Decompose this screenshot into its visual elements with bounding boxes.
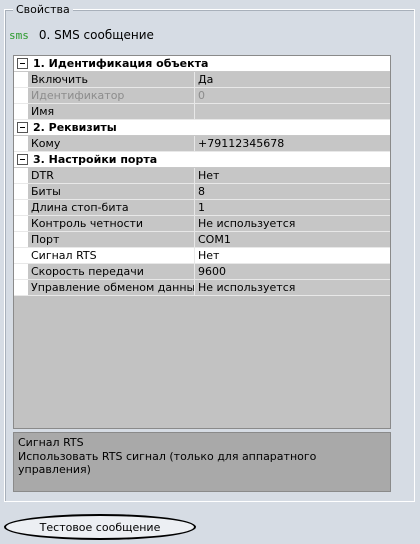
property-grid[interactable]: 1. Идентификация объекта Включить Да Иденти… — [13, 55, 391, 429]
row-gutter — [14, 136, 28, 151]
row-gutter — [14, 216, 28, 231]
property-row[interactable]: DTR Нет — [14, 168, 390, 184]
row-gutter — [14, 168, 28, 183]
property-value[interactable]: +79112345678 — [195, 136, 390, 151]
property-value: 0 — [195, 88, 390, 103]
collapse-toggle-icon[interactable] — [17, 154, 28, 165]
property-name: Кому — [28, 136, 195, 151]
category-label: 2. Реквизиты — [33, 121, 117, 134]
property-value[interactable]: Не используется — [195, 280, 390, 295]
category-row[interactable]: 1. Идентификация объекта — [14, 56, 390, 72]
property-row[interactable]: Имя — [14, 104, 390, 120]
row-gutter — [14, 232, 28, 247]
category-row[interactable]: 3. Настройки порта — [14, 152, 390, 168]
property-value[interactable]: 8 — [195, 184, 390, 199]
category-label: 3. Настройки порта — [33, 153, 158, 166]
property-value[interactable]: Не используется — [195, 216, 390, 231]
property-value[interactable] — [195, 104, 390, 119]
description-text: Использовать RTS сигнал (только для аппа… — [18, 450, 317, 476]
property-value[interactable]: 1 — [195, 200, 390, 215]
row-gutter — [14, 264, 28, 279]
collapse-toggle-icon[interactable] — [17, 122, 28, 133]
property-value[interactable]: Да — [195, 72, 390, 87]
property-row[interactable]: Идентификатор 0 — [14, 88, 390, 104]
property-row[interactable]: Кому +79112345678 — [14, 136, 390, 152]
property-row[interactable]: Сигнал RTS Нет — [14, 248, 390, 264]
property-name: Включить — [28, 72, 195, 87]
collapse-toggle-icon[interactable] — [17, 58, 28, 69]
category-label: 1. Идентификация объекта — [33, 57, 209, 70]
object-header: sms 0. SMS сообщение — [9, 27, 154, 43]
property-value[interactable]: 9600 — [195, 264, 390, 279]
row-gutter — [14, 104, 28, 119]
description-title: Сигнал RTS — [18, 436, 84, 449]
property-row[interactable]: Контроль четности Не используется — [14, 216, 390, 232]
category-row[interactable]: 2. Реквизиты — [14, 120, 390, 136]
property-row[interactable]: Биты 8 — [14, 184, 390, 200]
row-gutter — [14, 72, 28, 87]
property-name: Контроль четности — [28, 216, 195, 231]
row-gutter — [14, 88, 28, 103]
property-value[interactable]: Нет — [195, 248, 390, 263]
property-name: Порт — [28, 232, 195, 247]
property-row[interactable]: Длина стоп-бита 1 — [14, 200, 390, 216]
row-gutter — [14, 200, 28, 215]
property-name: Скорость передачи — [28, 264, 195, 279]
property-value[interactable]: COM1 — [195, 232, 390, 247]
property-name: Длина стоп-бита — [28, 200, 195, 215]
object-title: 0. SMS сообщение — [38, 28, 154, 42]
property-name: DTR — [28, 168, 195, 183]
row-gutter — [14, 280, 28, 295]
sms-icon: sms — [9, 28, 29, 42]
test-message-button[interactable]: Тестовое сообщение — [4, 514, 196, 540]
property-row[interactable]: Скорость передачи 9600 — [14, 264, 390, 280]
property-value[interactable]: Нет — [195, 168, 390, 183]
property-name: Сигнал RTS — [28, 248, 195, 263]
property-description: Сигнал RTS Использовать RTS сигнал (толь… — [13, 432, 391, 492]
property-row[interactable]: Включить Да — [14, 72, 390, 88]
property-name: Идентификатор — [28, 88, 195, 103]
property-row[interactable]: Порт COM1 — [14, 232, 390, 248]
row-gutter — [14, 248, 28, 263]
properties-group-title: Свойства — [13, 3, 73, 16]
row-gutter — [14, 184, 28, 199]
property-name: Имя — [28, 104, 195, 119]
property-name: Управление обменом данными — [28, 280, 195, 295]
property-row[interactable]: Управление обменом данными Не используетс… — [14, 280, 390, 296]
property-name: Биты — [28, 184, 195, 199]
